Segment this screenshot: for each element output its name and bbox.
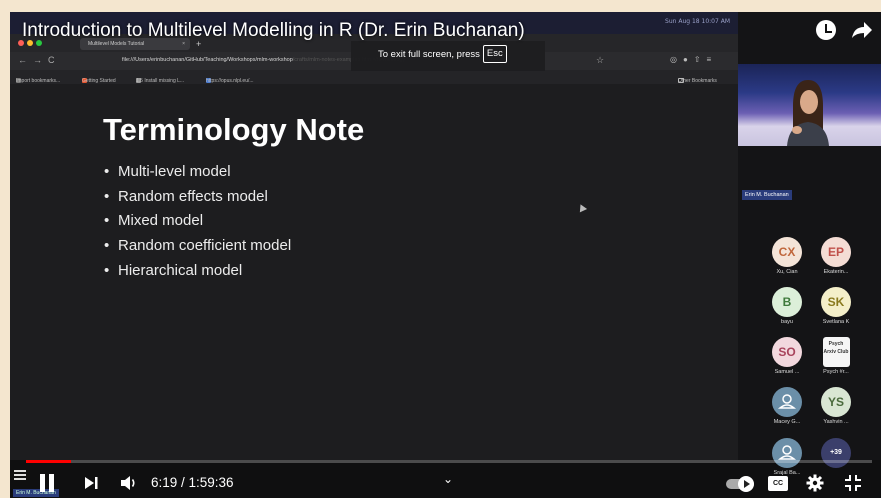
participant-name: bayu (781, 319, 793, 325)
esc-key: Esc (482, 45, 507, 64)
player-controls: 6:19 / 1:59:36 ⌄ CC (10, 464, 881, 498)
participant-name: Xu, Cian (776, 269, 798, 275)
participant-tile[interactable]: B bayu (768, 287, 806, 325)
pause-button[interactable] (38, 474, 58, 492)
participant-tile[interactable]: EP Ekaterin... (817, 237, 855, 275)
browser-extension-icons: ◎●⇧≡ (670, 55, 718, 64)
participant-name: Ekaterin... (823, 269, 849, 275)
mouse-cursor-icon (576, 202, 588, 213)
slide-bullet: Multi-level model (104, 160, 291, 185)
fullscreen-exit-hint: To exit full screen, press Esc (351, 41, 545, 71)
autoplay-play-icon (738, 476, 754, 492)
participant-tile[interactable]: YS Yashvin ... (817, 387, 855, 425)
avatar (772, 387, 802, 417)
avatar: SK (821, 287, 851, 317)
presentation-slide: Terminology Note Multi-level model Rando… (10, 84, 738, 460)
slide-bullet: Random coefficient model (104, 234, 291, 259)
participant-name: Samuel ... (774, 369, 800, 375)
time-display: 6:19 / 1:59:36 (151, 475, 234, 490)
video-title[interactable]: Introduction to Multilevel Modelling in … (22, 20, 525, 42)
psych-arxiv-club-logo: Psych Arxiv Club (822, 337, 850, 367)
avatar: B (772, 287, 802, 317)
bookmarks-bar: Import bookmarks... Getting Started 1.5 … (10, 70, 738, 84)
participant-name: Svetlana K (822, 319, 850, 325)
autoplay-toggle[interactable] (726, 476, 754, 492)
speaker-name-tag: Erin M. Buchanan (742, 190, 792, 200)
slide-bullet-list: Multi-level model Random effects model M… (104, 160, 291, 283)
participant-tile[interactable]: Macey G... (768, 387, 806, 425)
participant-tile[interactable]: SK Svetlana K (817, 287, 855, 325)
user-silhouette-icon (777, 394, 797, 409)
slide-title: Terminology Note (103, 112, 365, 147)
next-icon[interactable] (84, 476, 98, 490)
avatar: YS (821, 387, 851, 417)
participants-panel: Erin M. Buchanan CX Xu, Cian EP Ekaterin… (738, 12, 881, 476)
menu-bar-clock: Sun Aug 18 10:07 AM (665, 18, 730, 25)
speaker-person-icon (787, 80, 829, 146)
participant-name: Yashvin ... (823, 419, 849, 425)
screen-share: Sun Aug 18 10:07 AM Multilevel Models Tu… (10, 12, 738, 460)
avatar: CX (772, 237, 802, 267)
slide-bullet: Mixed model (104, 209, 291, 234)
participant-name: Psych #r... (823, 369, 849, 375)
speaker-video (738, 64, 881, 146)
volume-icon[interactable] (120, 475, 138, 491)
exit-fullscreen-icon[interactable] (844, 474, 862, 492)
avatar: EP (821, 237, 851, 267)
nav-arrows-icon: ←→C (18, 55, 61, 65)
progress-bar[interactable] (26, 460, 872, 463)
bookmark-star-icon: ☆ (596, 55, 605, 65)
watch-later-clock-icon[interactable] (816, 20, 836, 40)
closed-captions-button[interactable]: CC (768, 476, 788, 491)
slide-bullet: Hierarchical model (104, 259, 291, 284)
participant-tile[interactable]: CX Xu, Cian (768, 237, 806, 275)
chevron-down-icon[interactable]: ⌄ (443, 472, 453, 486)
gear-icon[interactable] (806, 474, 824, 492)
video-player[interactable]: Sun Aug 18 10:07 AM Multilevel Models Tu… (10, 12, 881, 498)
participant-tile[interactable]: SO Samuel ... (768, 337, 806, 375)
avatar: SO (772, 337, 802, 367)
progress-played (26, 460, 71, 463)
participant-tile[interactable]: Psych Arxiv Club Psych #r... (817, 337, 855, 375)
participant-name: Macey G... (773, 419, 801, 425)
share-arrow-icon[interactable] (851, 21, 873, 39)
slide-bullet: Random effects model (104, 185, 291, 210)
